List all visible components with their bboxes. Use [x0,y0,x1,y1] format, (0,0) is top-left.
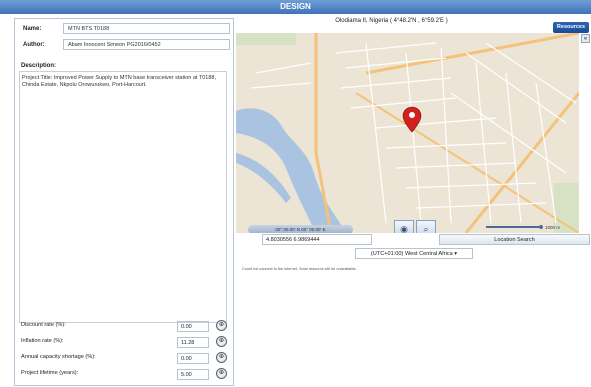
location-search-button[interactable]: Location Search [439,234,590,245]
resources-button[interactable]: Resources [553,22,589,33]
project-lifetime-row: Project lifetime (years): 5.00 ⊕ [21,368,229,380]
timezone-value: (UTC+01:00) West Central Africa [370,251,453,257]
coordinate-readout: 00° 00.00' N 00° 00.00' E [248,225,353,233]
inflation-rate-input[interactable]: 11.28 [177,337,209,348]
search-icon[interactable]: ⌕ [416,220,436,233]
capacity-shortage-input[interactable]: 0.00 [177,353,209,364]
chevron-down-icon: ▾ [454,251,458,257]
window-title: DESIGN [0,0,591,14]
location-title: Olodiama II, Nigeria ( 4°48.2'N , 6°59.2… [335,18,448,24]
timezone-select[interactable]: (UTC+01:00) West Central Africa ▾ [355,248,473,259]
name-input[interactable]: MTN BTS T0188 [63,23,230,34]
discount-rate-input[interactable]: 0.00 [177,321,209,332]
project-details-panel: Name: MTN BTS T0188 Author: Abam Innocen… [14,18,234,386]
latlng-input[interactable]: 4.8030556 6.9869444 [262,234,372,245]
project-lifetime-input[interactable]: 5.00 [177,369,209,380]
map-view[interactable]: 00° 00.00' N 00° 00.00' E ◉ ⌕ 1000 m [236,33,579,233]
scale-label: 1000 m [545,225,561,230]
inflation-rate-label: Inflation rate (%): [21,338,64,344]
capacity-shortage-label: Annual capacity shortage (%): [21,354,96,360]
collapse-icon[interactable]: « [581,34,590,43]
connection-note: Could not connect to the internet. Solar… [242,267,357,271]
location-panel: Olodiama II, Nigeria ( 4°48.2'N , 6°59.2… [236,18,591,271]
author-label: Author: [23,42,45,48]
name-label: Name: [23,26,42,32]
eye-icon[interactable]: ◉ [394,220,414,233]
discount-rate-row: Discount rate (%): 0.00 ⊕ [21,320,229,332]
help-icon[interactable]: ⊕ [216,368,227,379]
help-icon[interactable]: ⊕ [216,336,227,347]
inflation-rate-row: Inflation rate (%): 11.28 ⊕ [21,336,229,348]
help-icon[interactable]: ⊕ [216,352,227,363]
description-label: Description: [21,63,57,69]
help-icon[interactable]: ⊕ [216,320,227,331]
map-graphic [236,33,579,233]
project-lifetime-label: Project lifetime (years): [21,370,79,376]
author-input[interactable]: Abam Innocent Simeon PG2016/0452 [63,39,230,50]
discount-rate-label: Discount rate (%): [21,322,66,328]
capacity-shortage-row: Annual capacity shortage (%): 0.00 ⊕ [21,352,229,364]
description-textarea[interactable]: Project Title: Improved Power Supply to … [19,71,227,323]
